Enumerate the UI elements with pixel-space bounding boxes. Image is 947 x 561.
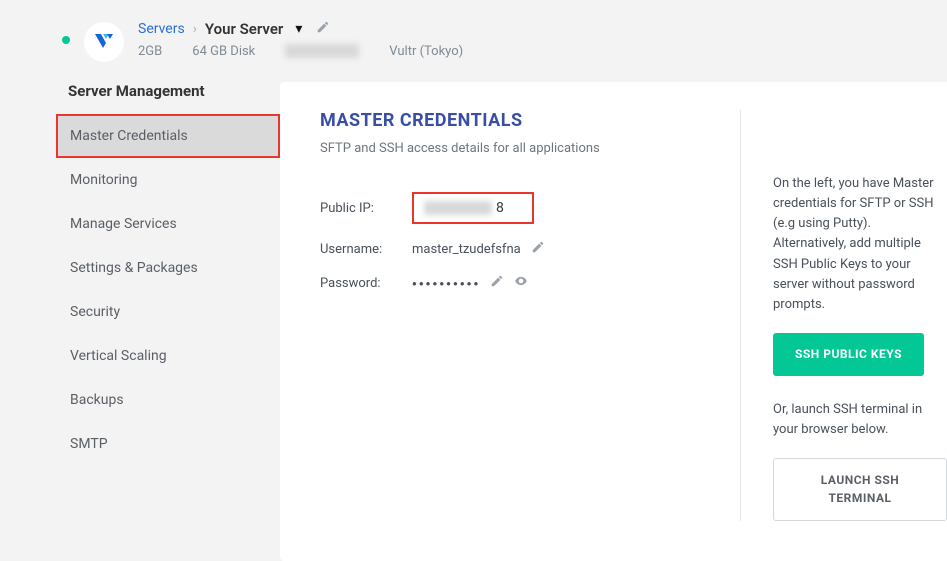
edit-password-icon[interactable] — [490, 274, 504, 292]
status-dot-icon — [62, 36, 70, 44]
spec-provider: Vultr (Tokyo) — [389, 44, 463, 59]
ip-redacted — [424, 201, 492, 215]
password-mask: ●●●●●●●●●● — [412, 279, 480, 288]
provider-logo — [84, 22, 124, 62]
public-ip-label: Public IP: — [320, 201, 412, 216]
sidebar-item-backups[interactable]: Backups — [56, 378, 280, 422]
main-panel: MASTER CREDENTIALS SFTP and SSH access d… — [280, 82, 947, 561]
caret-down-icon[interactable]: ▾ — [295, 21, 302, 37]
chevron-right-icon: › — [193, 21, 197, 37]
ip-suffix: 8 — [496, 200, 504, 216]
field-password: Password: ●●●●●●●●●● — [320, 274, 740, 292]
server-specs: 2GB 64 GB Disk Vultr (Tokyo) — [138, 44, 463, 59]
sidebar-item-security[interactable]: Security — [56, 290, 280, 334]
sidebar-item-smtp[interactable]: SMTP — [56, 422, 280, 466]
public-ip-value: 8 — [412, 192, 534, 224]
help-text-1: On the left, you have Master credentials… — [773, 174, 947, 315]
sidebar: Server Management Master Credentials Mon… — [0, 82, 280, 466]
spec-ram: 2GB — [138, 44, 162, 59]
page-header: Servers › Your Server ▾ 2GB 64 GB Disk V… — [0, 0, 947, 82]
field-username: Username: master_tzudefsfna — [320, 240, 740, 258]
spec-redacted — [285, 44, 359, 58]
edit-username-icon[interactable] — [531, 240, 545, 258]
sidebar-item-vertical-scaling[interactable]: Vertical Scaling — [56, 334, 280, 378]
password-label: Password: — [320, 276, 412, 291]
breadcrumb-current: Your Server — [205, 20, 283, 38]
help-text-2: Or, launch SSH terminal in your browser … — [773, 400, 947, 440]
sidebar-item-settings-packages[interactable]: Settings & Packages — [56, 246, 280, 290]
sidebar-item-monitoring[interactable]: Monitoring — [56, 158, 280, 202]
sidebar-item-master-credentials[interactable]: Master Credentials — [56, 114, 280, 158]
edit-icon[interactable] — [316, 20, 330, 38]
username-value: master_tzudefsfna — [412, 242, 521, 257]
sidebar-title: Server Management — [56, 82, 280, 114]
ssh-public-keys-button[interactable]: SSH PUBLIC KEYS — [773, 333, 924, 376]
field-public-ip: Public IP: 8 — [320, 192, 740, 224]
panel-subtitle: SFTP and SSH access details for all appl… — [320, 141, 740, 156]
reveal-password-icon[interactable] — [514, 274, 528, 292]
spec-disk: 64 GB Disk — [192, 44, 255, 59]
username-label: Username: — [320, 242, 412, 257]
panel-help: On the left, you have Master credentials… — [740, 110, 947, 521]
panel-title: MASTER CREDENTIALS — [320, 110, 740, 131]
vultr-icon — [92, 30, 116, 54]
breadcrumb-servers-link[interactable]: Servers — [138, 21, 185, 37]
breadcrumb: Servers › Your Server ▾ — [138, 20, 463, 38]
launch-ssh-terminal-button[interactable]: LAUNCH SSH TERMINAL — [773, 458, 947, 521]
sidebar-item-manage-services[interactable]: Manage Services — [56, 202, 280, 246]
